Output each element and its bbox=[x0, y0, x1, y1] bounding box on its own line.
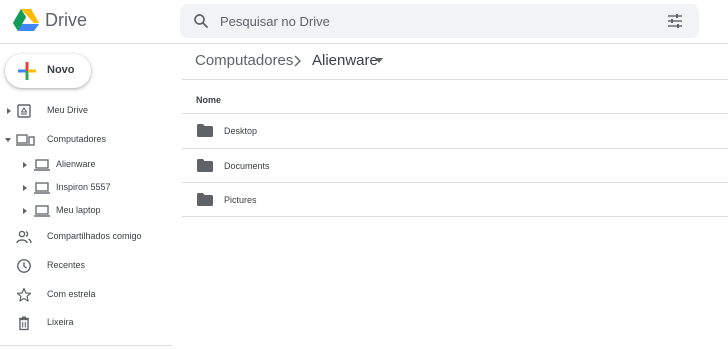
sidebar-item-label: Computadores bbox=[47, 134, 107, 144]
file-name: Documents bbox=[224, 161, 270, 171]
sidebar-item-my-laptop[interactable]: Meu laptop bbox=[0, 199, 172, 223]
new-button[interactable]: Novo bbox=[5, 54, 91, 88]
new-button-label: Novo bbox=[47, 64, 75, 76]
shared-people-icon bbox=[16, 230, 32, 244]
computers-icon bbox=[16, 134, 35, 146]
table-row[interactable]: Documents bbox=[182, 148, 728, 182]
search-input[interactable] bbox=[220, 4, 640, 38]
search-icon[interactable] bbox=[192, 12, 210, 30]
sidebar-item-inspiron[interactable]: Inspiron 5557 bbox=[0, 176, 172, 200]
trash-icon bbox=[19, 316, 29, 331]
sidebar-item-alienware[interactable]: Alienware bbox=[0, 153, 172, 177]
main-divider bbox=[182, 79, 728, 80]
caret-down-icon[interactable] bbox=[3, 135, 13, 145]
sidebar-item-label: Meu laptop bbox=[56, 205, 101, 215]
laptop-icon bbox=[34, 159, 50, 171]
folder-icon bbox=[197, 124, 213, 137]
table-row[interactable]: Pictures bbox=[182, 182, 728, 216]
sidebar-item-label: Inspiron 5557 bbox=[56, 182, 111, 192]
sidebar-item-label: Compartilhados comigo bbox=[47, 231, 142, 241]
sidebar-item-computers[interactable]: Computadores bbox=[0, 128, 172, 152]
tune-icon[interactable] bbox=[667, 13, 683, 29]
clock-icon bbox=[17, 259, 31, 273]
file-name: Pictures bbox=[224, 195, 257, 205]
table-end-divider bbox=[182, 216, 728, 217]
sidebar-item-my-drive[interactable]: Meu Drive bbox=[0, 99, 172, 123]
caret-down-icon[interactable] bbox=[375, 58, 383, 64]
caret-right-icon[interactable] bbox=[20, 183, 30, 193]
search-bar[interactable] bbox=[180, 4, 699, 38]
chevron-right-icon bbox=[294, 55, 301, 67]
sidebar-item-label: Com estrela bbox=[47, 289, 96, 299]
sidebar-item-trash[interactable]: Lixeira bbox=[0, 311, 172, 335]
caret-right-icon[interactable] bbox=[20, 160, 30, 170]
caret-right-icon[interactable] bbox=[4, 106, 14, 116]
breadcrumb-current[interactable]: Alienware bbox=[312, 52, 378, 69]
sidebar-item-label: Meu Drive bbox=[47, 105, 89, 115]
google-drive-logo-icon[interactable] bbox=[12, 6, 40, 34]
sidebar-item-label: Alienware bbox=[56, 159, 96, 169]
breadcrumb-root[interactable]: Computadores bbox=[195, 52, 293, 69]
table-row[interactable]: Desktop bbox=[182, 113, 728, 147]
laptop-icon bbox=[34, 205, 50, 217]
sidebar-item-shared[interactable]: Compartilhados comigo bbox=[0, 225, 172, 249]
folder-icon bbox=[197, 159, 213, 172]
top-header: Drive bbox=[0, 0, 728, 44]
sidebar-item-label: Lixeira bbox=[47, 317, 74, 327]
plus-icon bbox=[18, 62, 36, 80]
my-drive-icon bbox=[17, 104, 31, 118]
app-brand[interactable]: Drive bbox=[45, 10, 87, 31]
folder-icon bbox=[197, 193, 213, 206]
star-icon bbox=[16, 287, 32, 302]
sidebar-item-label: Recentes bbox=[47, 260, 86, 270]
file-name: Desktop bbox=[224, 126, 258, 136]
laptop-icon bbox=[34, 182, 50, 194]
caret-right-icon[interactable] bbox=[20, 206, 30, 216]
column-header-name[interactable]: Nome bbox=[196, 95, 221, 105]
sidebar-item-starred[interactable]: Com estrela bbox=[0, 283, 172, 307]
sidebar-divider bbox=[0, 345, 172, 346]
sidebar-item-recent[interactable]: Recentes bbox=[0, 254, 172, 278]
